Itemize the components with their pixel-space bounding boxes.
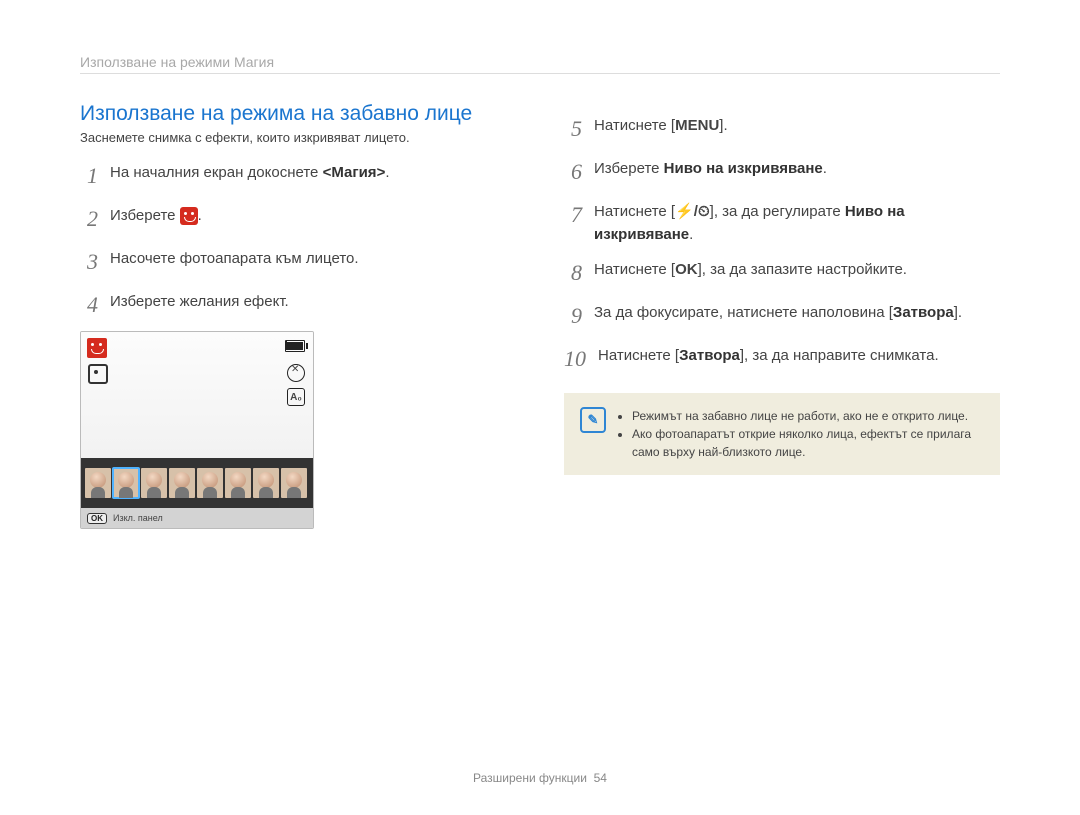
note-box: ✎ Режимът на забавно лице не работи, ако…	[564, 393, 1000, 475]
smiley-icon	[180, 207, 198, 225]
step-number: 8	[564, 256, 582, 289]
step-10: 10 Натиснете [Затвора], за да направите …	[564, 342, 1000, 375]
menu-glyph: MENU	[675, 117, 719, 134]
footer-page: 54	[594, 771, 607, 785]
left-column: Използване на режима на забавно лице Зас…	[80, 102, 516, 529]
step-number: 2	[80, 202, 98, 235]
step-text: Изберете	[110, 207, 180, 224]
ok-glyph: OK	[675, 261, 698, 278]
step-8: 8 Натиснете [OK], за да запазите настрой…	[564, 256, 1000, 289]
focus-icon	[88, 364, 108, 384]
effect-thumb[interactable]	[225, 468, 251, 498]
effect-thumb[interactable]	[253, 468, 279, 498]
disable-icon	[287, 364, 305, 382]
page-title: Използване на режима на забавно лице	[80, 102, 516, 126]
effect-thumb[interactable]	[141, 468, 167, 498]
effect-strip	[81, 458, 313, 508]
step-number: 4	[80, 288, 98, 321]
step-number: 10	[564, 342, 586, 375]
step-7: 7 Натиснете [⚡/⏲], за да регулирате Ниво…	[564, 198, 1000, 246]
step-6: 6 Изберете Ниво на изкривяване.	[564, 155, 1000, 188]
step-number: 3	[80, 245, 98, 278]
step-number: 7	[564, 198, 582, 246]
step-number: 9	[564, 299, 582, 332]
step-4: 4 Изберете желания ефект.	[80, 288, 516, 321]
camera-preview: A₀ OK Изкл. панел	[80, 331, 314, 529]
breadcrumb: Използване на режими Магия	[80, 54, 1000, 74]
battery-icon	[285, 340, 305, 352]
step-number: 1	[80, 159, 98, 192]
flash-auto-icon: A₀	[287, 388, 305, 406]
step-2: 2 Изберете .	[80, 202, 516, 235]
page-footer: Разширени функции 54	[0, 771, 1080, 785]
step-number: 5	[564, 112, 582, 145]
step-text: Изберете желания ефект.	[110, 288, 289, 321]
step-5: 5 Натиснете [MENU].	[564, 112, 1000, 145]
step-3: 3 Насочете фотоапарата към лицето.	[80, 245, 516, 278]
footer-section: Разширени функции	[473, 771, 587, 785]
step-text: На началния екран докоснете	[110, 164, 323, 181]
intro-text: Заснемете снимка с ефекти, които изкривя…	[80, 130, 516, 145]
flash-timer-glyph: ⚡/⏲	[675, 203, 710, 220]
step-1: 1 На началния екран докоснете <Магия>.	[80, 159, 516, 192]
effect-thumb[interactable]	[85, 468, 111, 498]
step-9: 9 За да фокусирате, натиснете наполовина…	[564, 299, 1000, 332]
note-item: Режимът на забавно лице не работи, ако н…	[632, 407, 984, 425]
effect-thumb[interactable]	[169, 468, 195, 498]
note-item: Ако фотоапаратът открие няколко лица, еф…	[632, 425, 984, 461]
step-number: 6	[564, 155, 582, 188]
effect-thumb-selected[interactable]	[113, 468, 139, 498]
effect-thumb[interactable]	[281, 468, 307, 498]
ok-pill: OK	[87, 513, 107, 524]
info-icon: ✎	[580, 407, 606, 433]
right-column: 5 Натиснете [MENU]. 6 Изберете Ниво на и…	[564, 102, 1000, 529]
camera-footer: OK Изкл. панел	[81, 508, 313, 528]
effect-thumb[interactable]	[197, 468, 223, 498]
step-bold: <Магия>	[323, 164, 386, 181]
camera-footer-label: Изкл. панел	[113, 513, 163, 523]
step-text: Насочете фотоапарата към лицето.	[110, 245, 359, 278]
mode-smiley-icon	[87, 338, 107, 358]
